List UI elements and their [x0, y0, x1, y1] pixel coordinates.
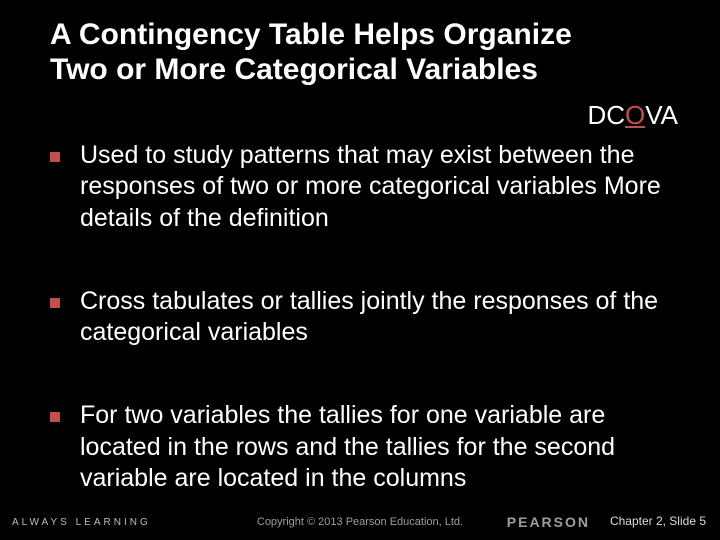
slide: A Contingency Table Helps Organize Two o… — [0, 0, 720, 540]
dcova-highlight: O — [625, 100, 645, 130]
dcova-label: DCOVA — [587, 100, 678, 131]
bullet-text: Cross tabulates or tallies jointly the r… — [80, 286, 670, 349]
bullet-text: Used to study patterns that may exist be… — [80, 140, 670, 234]
bullet-text: For two variables the tallies for one va… — [80, 400, 670, 494]
list-item: Used to study patterns that may exist be… — [50, 140, 670, 234]
footer: ALWAYS LEARNING Copyright © 2013 Pearson… — [0, 510, 720, 534]
list-item: For two variables the tallies for one va… — [50, 400, 670, 494]
bullet-icon — [50, 152, 60, 162]
pearson-brand: PEARSON — [507, 514, 590, 530]
dcova-post: VA — [645, 100, 678, 130]
always-learning-label: ALWAYS LEARNING — [12, 517, 151, 528]
dcova-pre: DC — [587, 100, 625, 130]
bullet-icon — [50, 298, 60, 308]
slide-title: A Contingency Table Helps Organize Two o… — [50, 18, 610, 87]
chapter-slide-label: Chapter 2, Slide 5 — [610, 514, 706, 528]
list-item: Cross tabulates or tallies jointly the r… — [50, 286, 670, 349]
copyright-label: Copyright © 2013 Pearson Education, Ltd. — [180, 516, 540, 528]
bullet-icon — [50, 412, 60, 422]
body-area: Used to study patterns that may exist be… — [50, 140, 670, 494]
